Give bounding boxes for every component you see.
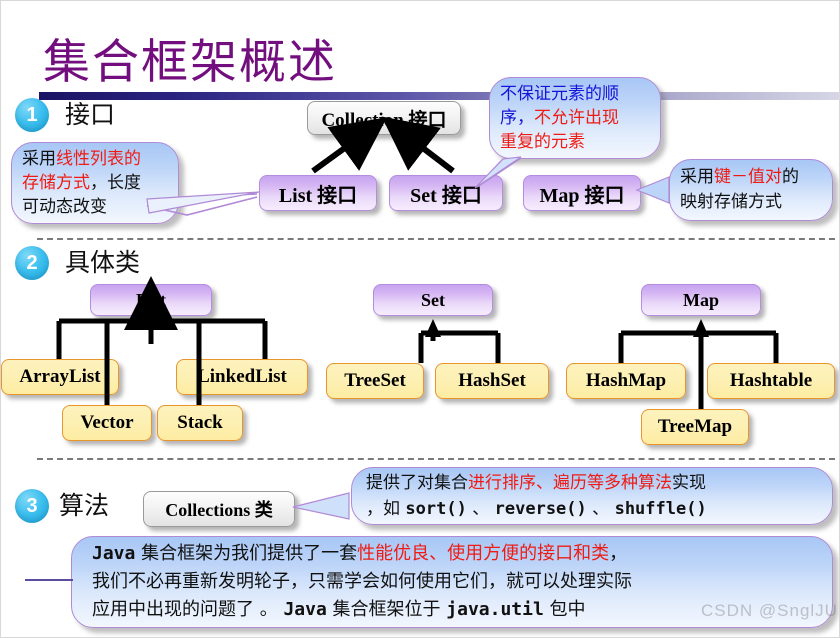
callout-line: 存储方式，长度 (22, 173, 141, 193)
node-treemap[interactable]: TreeMap (641, 409, 749, 445)
callout-line: 采用键－值对的 (680, 167, 799, 187)
callout-map-interface: 采用键－值对的 映射存储方式 (669, 159, 833, 221)
node-arraylist[interactable]: ArrayList (1, 359, 119, 395)
callout-list-interface: 采用线性列表的 存储方式，长度 可动态改变 (11, 142, 179, 224)
node-set-interface[interactable]: Set 接口 (389, 175, 503, 211)
node-hashtable[interactable]: Hashtable (707, 363, 835, 399)
callout-line: ，如 sort() 、 reverse() 、 shuffle() (366, 499, 707, 519)
callout-set-interface: 不保证元素的顺 序，不允许出现 重复的元素 (489, 77, 661, 159)
node-collections-class[interactable]: Collections 类 (143, 491, 295, 527)
callout-line: 映射存储方式 (680, 192, 782, 212)
connector-group-set (418, 330, 501, 363)
tail-map-callout (638, 180, 668, 200)
node-collection-interface[interactable]: Collection 接口 (307, 101, 461, 135)
section-label-3: 算法 (59, 491, 110, 520)
tail-algorithms-callout (292, 492, 350, 520)
node-linkedlist[interactable]: LinkedList (176, 359, 308, 395)
arrowhead-map (693, 319, 709, 337)
callout-line: 序，不允许出现 (500, 108, 619, 128)
node-map-class[interactable]: Map (641, 284, 761, 316)
page-title: 集合框架概述 (43, 37, 337, 89)
node-hashset[interactable]: HashSet (435, 363, 549, 399)
node-stack[interactable]: Stack (157, 405, 243, 441)
node-list-class[interactable]: List (90, 284, 212, 316)
tail-map-callout-fill (635, 176, 670, 204)
summary-line: Java 集合框架为我们提供了一套性能优良、使用方便的接口和类， (92, 543, 628, 564)
summary-line: 我们不必再重新发明轮子，只需学会如何使用它们，就可以处理实际 (92, 571, 632, 592)
section-label-2: 具体类 (65, 248, 141, 277)
callout-algorithms: 提供了对集合进行排序、遍历等多种算法实现 ，如 sort() 、 reverse… (351, 467, 833, 525)
arrow-set-to-collection (381, 116, 455, 174)
section-label-1: 接口 (65, 100, 116, 129)
callout-line: 不保证元素的顺 (500, 84, 619, 104)
callout-line: 提供了对集合进行排序、遍历等多种算法实现 (366, 473, 706, 493)
node-set-class[interactable]: Set (373, 284, 493, 316)
arrowhead-set (425, 319, 441, 337)
section-badge-3: 3 (15, 489, 49, 523)
arrow-group-interfaces (311, 116, 455, 174)
section-divider-2 (37, 458, 835, 460)
slide-canvas: 集合框架概述 1 接口 Collection 接口 List 接口 Set 接口… (0, 0, 840, 638)
section-badge-1: 1 (15, 98, 49, 132)
callout-line: 可动态改变 (22, 197, 107, 217)
title-underline-bar (39, 92, 839, 100)
section-divider-1 (37, 238, 835, 240)
section-badge-2: 2 (15, 246, 49, 280)
node-hashmap[interactable]: HashMap (566, 363, 686, 399)
summary-left-rule (25, 579, 73, 581)
callout-line: 采用线性列表的 (22, 149, 141, 169)
watermark: CSDN @SnglJUN (701, 601, 840, 620)
arrow-list-to-collection (311, 117, 388, 174)
callout-line: 重复的元素 (500, 132, 585, 152)
node-list-interface[interactable]: List 接口 (259, 175, 377, 211)
node-map-interface[interactable]: Map 接口 (523, 175, 641, 211)
node-vector[interactable]: Vector (62, 405, 152, 441)
connector-arraylist (148, 318, 245, 344)
node-treeset[interactable]: TreeSet (326, 363, 424, 399)
